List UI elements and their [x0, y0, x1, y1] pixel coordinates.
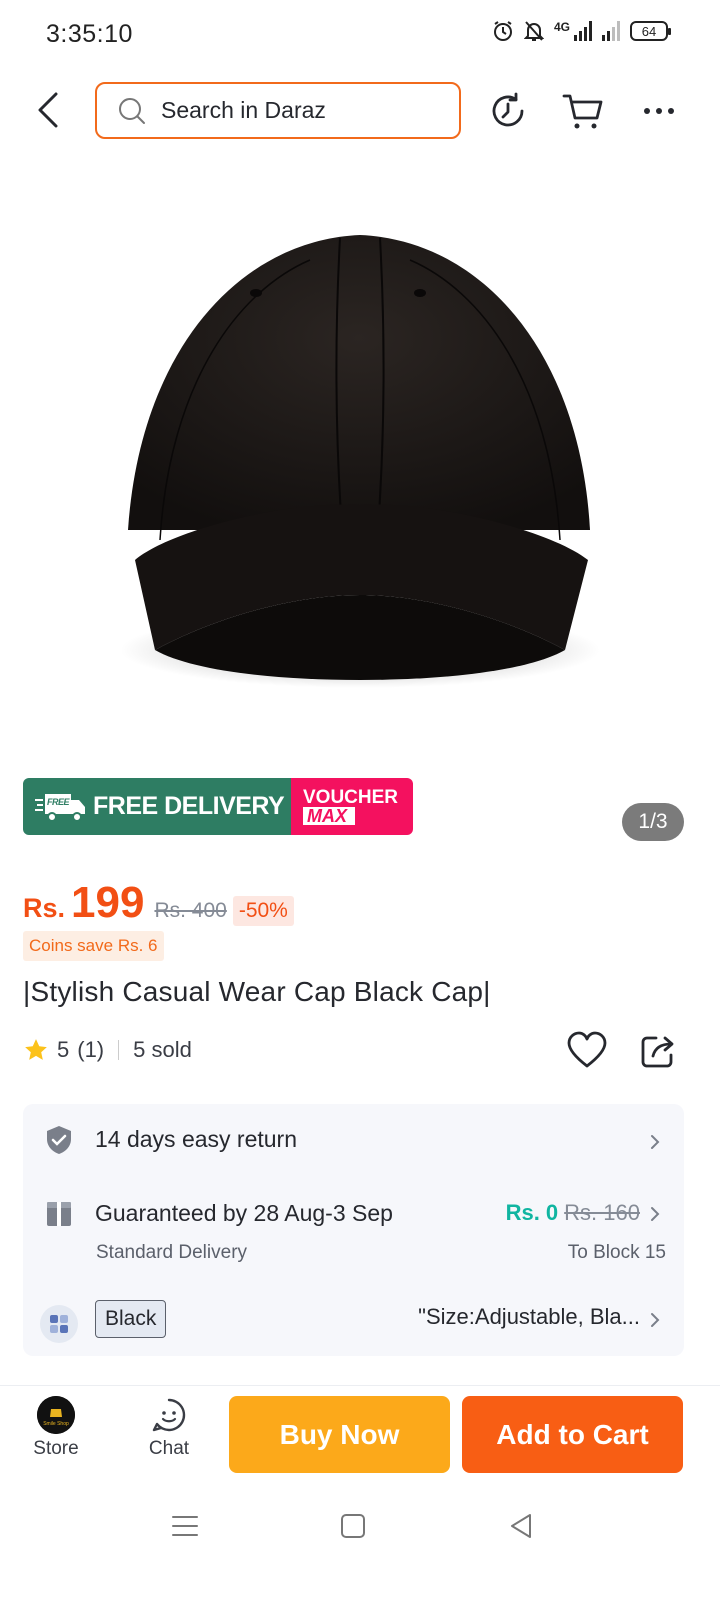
buy-now-button[interactable]: Buy Now: [229, 1396, 450, 1473]
discount-badge: -50%: [232, 896, 294, 926]
free-delivery-badge: FREE FREE DELIVERY: [23, 778, 291, 835]
return-policy-row[interactable]: 14 days easy return: [23, 1104, 684, 1176]
variant-grid-icon: [40, 1305, 78, 1343]
more-options-icon[interactable]: [638, 90, 680, 132]
back-triangle-icon[interactable]: [506, 1511, 536, 1541]
price-original: Rs. 400: [154, 899, 227, 922]
store-logo-text: Smile Shop: [43, 1421, 69, 1427]
network-type-label: 4G: [553, 20, 570, 34]
store-label: Store: [33, 1438, 79, 1459]
battery-level: 64: [641, 23, 657, 39]
shipping-fee-current: Rs. 0: [505, 1200, 559, 1225]
signal-strength-icon: [574, 21, 592, 41]
battery-icon: 64: [630, 21, 671, 41]
price-currency: Rs.: [23, 893, 66, 923]
price-current: 199: [71, 878, 145, 927]
recent-apps-icon[interactable]: [170, 1511, 200, 1541]
chevron-right-icon[interactable]: [648, 1310, 662, 1330]
shipping-fee: Rs. 0 Rs. 160: [506, 1200, 640, 1226]
chat-label: Chat: [148, 1438, 190, 1459]
add-to-cart-button[interactable]: Add to Cart: [462, 1396, 683, 1473]
signal-strength-2-icon: [602, 21, 620, 41]
status-time: 3:35:10: [46, 20, 133, 48]
image-counter: 1/3: [622, 803, 684, 841]
wishlist-heart-icon[interactable]: [566, 1030, 608, 1072]
variant-color-chip[interactable]: Black: [95, 1300, 167, 1338]
voucher-max-badge: VOUCHER MAX: [291, 778, 413, 835]
free-tag-text: FREE: [47, 797, 71, 807]
status-bar: 3:35:10 4G 64: [0, 0, 720, 70]
promo-banner: FREE FREE DELIVERY VOUCHER MAX: [23, 778, 413, 835]
star-icon: [25, 1039, 47, 1060]
alarm-icon: [493, 21, 512, 41]
price-row: Rs. 199 Rs. 400 -50%: [23, 878, 294, 928]
free-delivery-label: FREE DELIVERY: [93, 792, 285, 820]
store-logo: Smile Shop: [37, 1396, 75, 1434]
coins-badge: Coins save Rs. 6: [23, 931, 164, 961]
store-button[interactable]: Smile Shop Store: [16, 1396, 96, 1460]
cart-icon[interactable]: [562, 90, 604, 132]
status-icons: 4G 64: [492, 20, 671, 42]
product-image[interactable]: [0, 165, 720, 765]
rating-divider: [118, 1040, 120, 1060]
system-nav-bar: [0, 1485, 720, 1600]
service-info-card: 14 days easy return Guaranteed by 28 Aug…: [23, 1104, 684, 1356]
shield-check-icon: [47, 1126, 71, 1154]
home-icon[interactable]: [338, 1511, 368, 1541]
search-input[interactable]: Search in Daraz: [95, 82, 461, 139]
chat-button[interactable]: Chat: [129, 1396, 209, 1460]
rating-count: (1): [77, 1037, 105, 1062]
voucher-max-label: MAX: [303, 807, 355, 825]
sold-count: 5 sold: [133, 1037, 192, 1062]
chevron-right-icon: [651, 1207, 660, 1221]
chat-icon: [152, 1398, 186, 1432]
chevron-right-icon: [651, 1135, 660, 1149]
package-icon: [47, 1202, 71, 1226]
search-icon: [119, 97, 145, 124]
voucher-label: VOUCHER: [303, 787, 399, 808]
share-icon[interactable]: [638, 1030, 680, 1072]
back-arrow-icon[interactable]: [30, 88, 70, 132]
black-cap-image: [120, 235, 600, 688]
product-title: |Stylish Casual Wear Cap Black Cap|: [23, 976, 491, 1007]
header: Search in Daraz: [0, 82, 720, 142]
delivery-row[interactable]: Guaranteed by 28 Aug-3 Sep Standard Deli…: [23, 1184, 684, 1284]
search-placeholder: Search in Daraz: [161, 97, 326, 123]
bottom-action-bar: Smile Shop Store Chat Buy Now Add to Car…: [0, 1385, 720, 1485]
shipping-fee-original: Rs. 160: [564, 1200, 640, 1225]
rating-value: 5: [57, 1037, 70, 1062]
delivery-truck-icon: FREE: [35, 793, 85, 822]
history-icon[interactable]: [487, 90, 529, 132]
mute-bell-icon: [523, 21, 544, 41]
delivery-location-text: To Block 15: [567, 1242, 666, 1263]
variant-detail-text[interactable]: "Size:Adjustable, Bla...: [418, 1304, 640, 1330]
rating-row[interactable]: 5 (1) 5 sold: [23, 1037, 192, 1063]
store-logo-icon: Smile Shop: [37, 1396, 75, 1434]
delivery-guarantee-text: Guaranteed by 28 Aug-3 Sep: [95, 1200, 393, 1226]
return-policy-text: 14 days easy return: [95, 1126, 298, 1152]
delivery-type-text: Standard Delivery: [96, 1242, 248, 1263]
